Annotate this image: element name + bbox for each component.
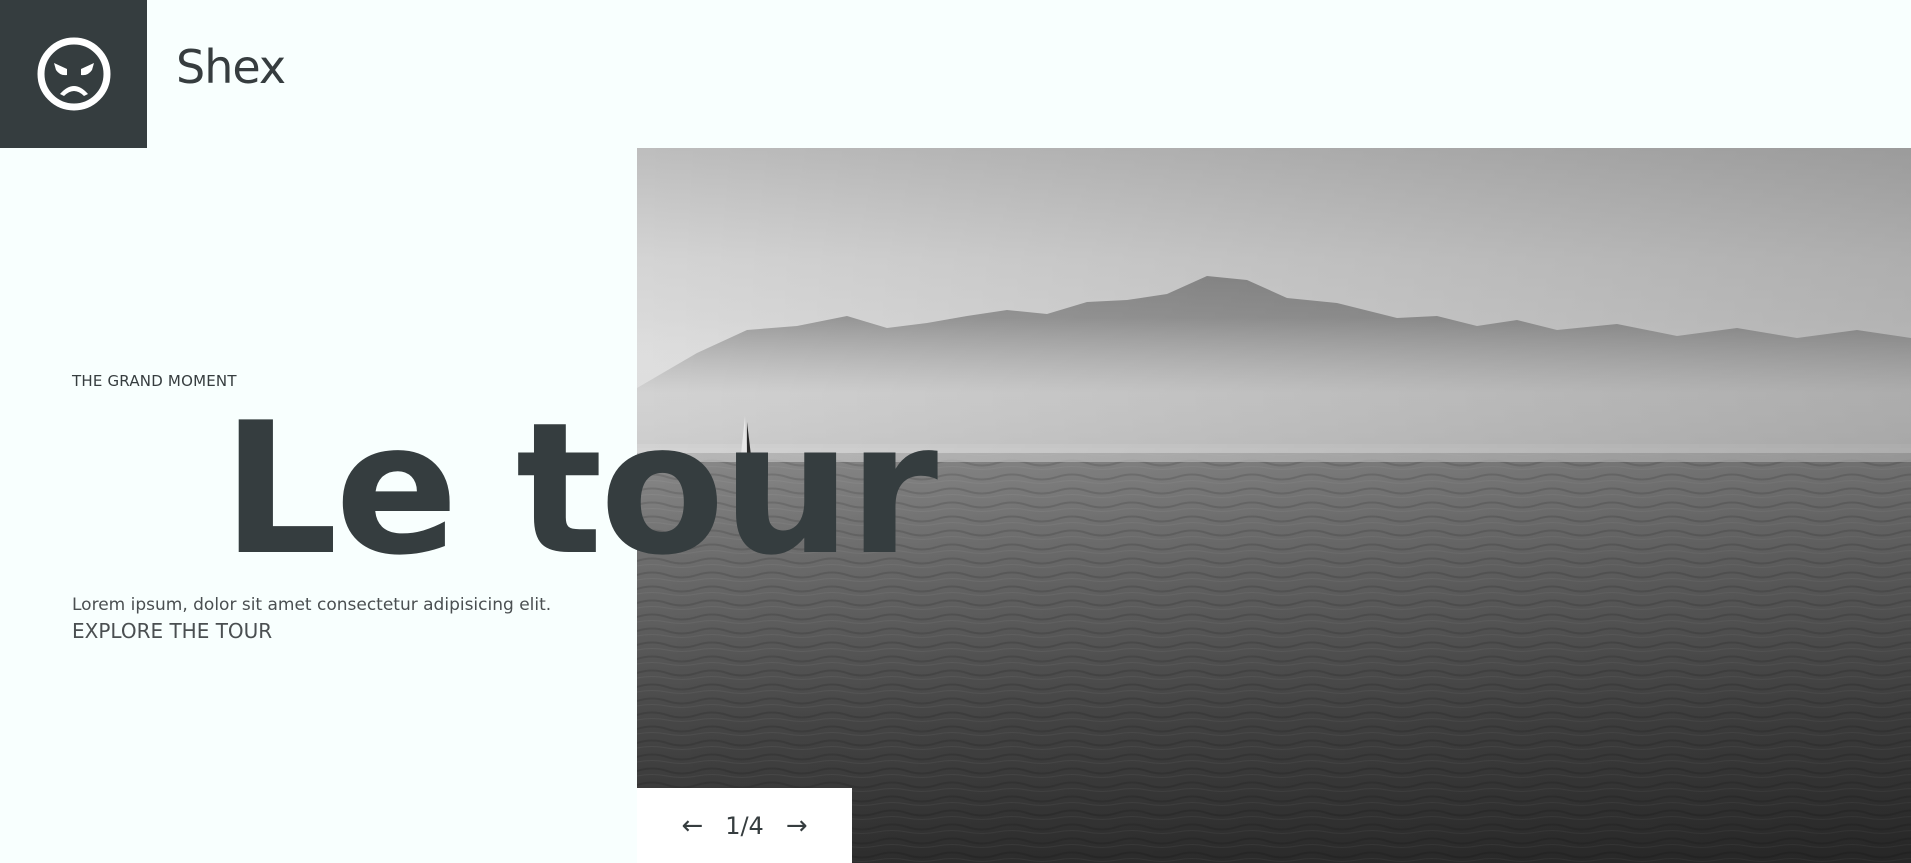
hero-description: Lorem ipsum, dolor sit amet consectetur … xyxy=(72,595,552,615)
slide-counter: 1/4 xyxy=(725,811,764,840)
hero-headline: Le tour xyxy=(222,383,938,595)
logo[interactable] xyxy=(0,0,147,148)
slide-pager: ← 1/4 → xyxy=(637,788,852,863)
explore-tour-link[interactable]: EXPLORE THE TOUR xyxy=(72,619,272,643)
page: Shex THE GRAND MOMENT Le tour Lorem ipsu… xyxy=(0,0,1911,863)
angry-face-icon xyxy=(37,37,110,111)
hero-eyebrow: THE GRAND MOMENT xyxy=(72,372,237,390)
arrow-right-icon[interactable]: → xyxy=(786,813,808,839)
arrow-left-icon[interactable]: ← xyxy=(681,813,703,839)
brand-name[interactable]: Shex xyxy=(176,44,286,90)
